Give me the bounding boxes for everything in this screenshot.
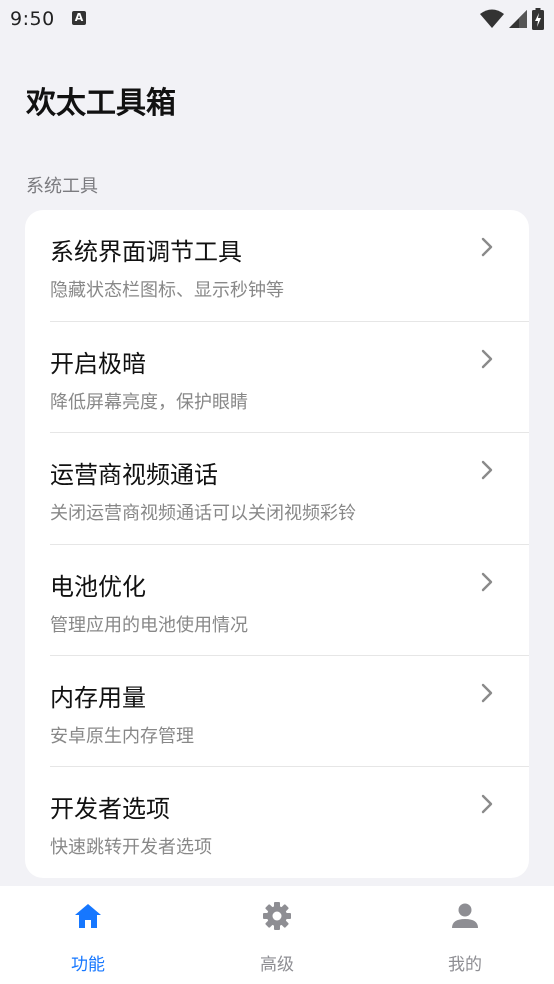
item-subtitle: 快速跳转开发者选项 [50, 837, 212, 858]
signal-icon [509, 10, 527, 28]
section-label: 系统工具 [26, 176, 98, 197]
chevron-right-icon [481, 237, 493, 257]
list-item-extra-dim[interactable]: 开启极暗 降低屏幕亮度，保护眼睛 [25, 322, 529, 433]
tab-profile[interactable]: 我的 [405, 886, 525, 984]
chevron-right-icon [481, 460, 493, 480]
tab-advanced[interactable]: 高级 [217, 886, 337, 984]
tab-features[interactable]: 功能 [28, 886, 148, 984]
item-subtitle: 隐藏状态栏图标、显示秒钟等 [50, 280, 284, 301]
status-icons [480, 8, 544, 30]
item-title: 电池优化 [50, 573, 146, 601]
tools-card: 系统界面调节工具 隐藏状态栏图标、显示秒钟等 开启极暗 降低屏幕亮度，保护眼睛 … [25, 210, 529, 878]
tab-label: 功能 [71, 955, 105, 975]
item-subtitle: 安卓原生内存管理 [50, 726, 194, 747]
item-title: 开启极暗 [50, 350, 146, 378]
chevron-right-icon [481, 794, 493, 814]
item-title: 开发者选项 [50, 795, 170, 823]
battery-charging-icon [532, 8, 544, 30]
list-item-system-ui-tuner[interactable]: 系统界面调节工具 隐藏状态栏图标、显示秒钟等 [25, 210, 529, 321]
item-subtitle: 关闭运营商视频通话可以关闭视频彩铃 [50, 503, 356, 524]
wifi-icon [480, 9, 504, 28]
item-title: 运营商视频通话 [50, 461, 218, 489]
tab-label: 高级 [260, 955, 294, 975]
status-bar: 9:50 A [0, 0, 554, 40]
list-item-developer-options[interactable]: 开发者选项 快速跳转开发者选项 [25, 767, 529, 878]
list-item-memory-usage[interactable]: 内存用量 安卓原生内存管理 [25, 656, 529, 767]
home-icon [75, 904, 101, 928]
list-item-battery-optimization[interactable]: 电池优化 管理应用的电池使用情况 [25, 545, 529, 656]
item-title: 内存用量 [50, 684, 146, 712]
item-subtitle: 降低屏幕亮度，保护眼睛 [50, 392, 248, 413]
item-subtitle: 管理应用的电池使用情况 [50, 615, 248, 636]
chevron-right-icon [481, 349, 493, 369]
bottom-nav: 功能 高级 我的 [0, 886, 554, 984]
chevron-right-icon [481, 572, 493, 592]
chevron-right-icon [481, 683, 493, 703]
item-title: 系统界面调节工具 [50, 238, 242, 266]
person-icon [452, 903, 478, 928]
tab-label: 我的 [448, 955, 482, 975]
status-time: 9:50 [10, 8, 55, 30]
a-icon: A [72, 11, 86, 25]
gear-icon [263, 902, 291, 930]
page-title: 欢太工具箱 [26, 86, 176, 121]
list-item-carrier-video-call[interactable]: 运营商视频通话 关闭运营商视频通话可以关闭视频彩铃 [25, 433, 529, 544]
